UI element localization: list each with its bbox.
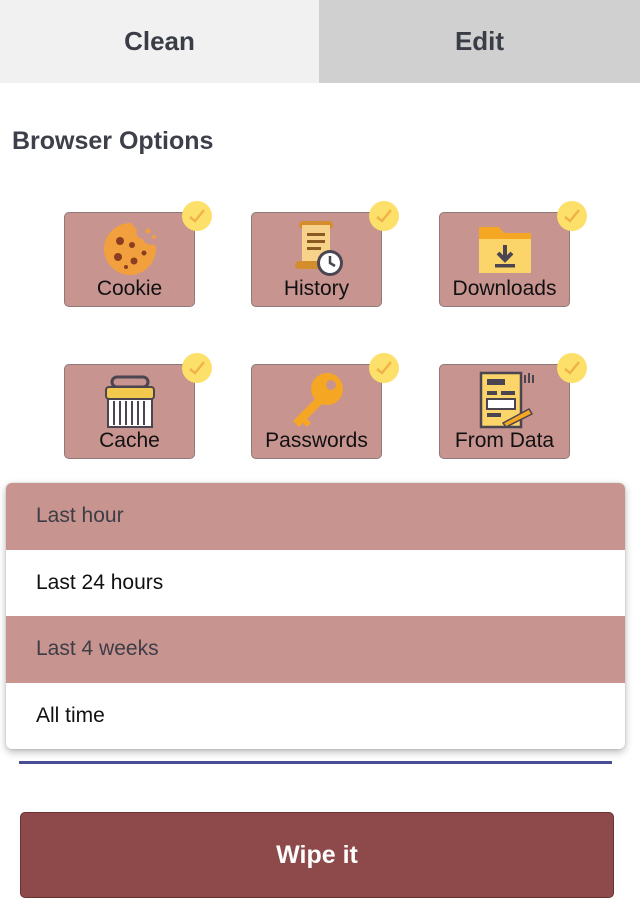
time-range-dropdown: Last hour Last 24 hours Last 4 weeks All… [6,483,625,749]
tab-edit[interactable]: Edit [319,0,640,83]
check-icon [557,201,587,231]
option-label: From Data [454,429,555,452]
option-label: Cookie [96,277,163,300]
option-all-time[interactable]: All time [6,683,625,750]
check-icon [182,353,212,383]
history-scroll-icon [294,221,343,276]
downloads-folder-icon [478,227,531,273]
option-downloads[interactable]: Downloads [439,201,587,307]
brush-icon [104,375,155,428]
option-history[interactable]: History [251,201,399,307]
check-icon [369,201,399,231]
cookie-icon [103,223,156,275]
key-icon [292,373,343,427]
check-icon [182,201,212,231]
option-label: History [283,277,350,300]
check-icon [557,353,587,383]
option-form-data[interactable]: From Data [439,353,587,459]
option-label: Passwords [265,429,368,452]
option-cookie[interactable]: Cookie [64,201,212,307]
tab-clean[interactable]: Clean [0,0,319,83]
option-label: Cache [99,429,160,452]
option-last-24-hours[interactable]: Last 24 hours [6,550,625,617]
option-cache[interactable]: Cache [64,353,212,459]
option-last-4-weeks[interactable]: Last 4 weeks [6,616,625,683]
option-passwords[interactable]: Passwords [251,353,399,459]
section-title: Browser Options [12,127,214,155]
select-underline [19,761,612,764]
tab-bar: Clean Edit [0,0,640,83]
option-last-hour[interactable]: Last hour [6,483,625,550]
check-icon [369,353,399,383]
option-label: Downloads [452,277,557,300]
form-document-icon [479,371,534,429]
wipe-button[interactable]: Wipe it [20,812,614,898]
